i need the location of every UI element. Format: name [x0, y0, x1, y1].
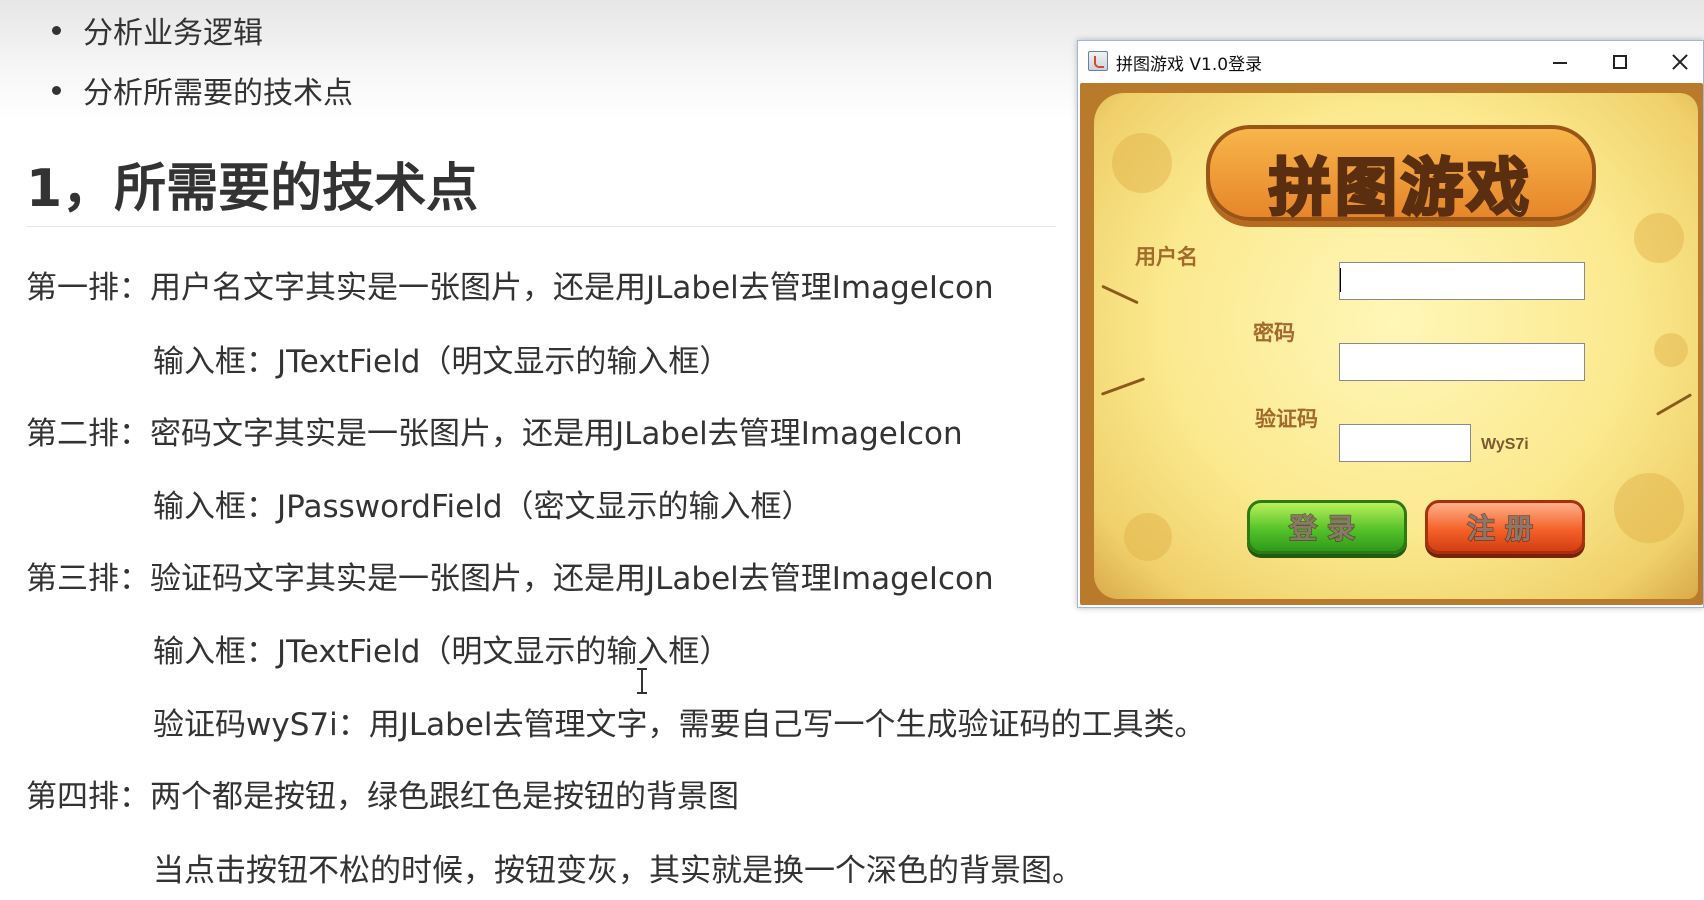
bullet-text: 分析业务逻辑 — [83, 16, 263, 51]
heading-divider — [26, 226, 1056, 227]
doc-line: 验证码wyS7i：用JLabel去管理文字，需要自己写一个生成验证码的工具类。 — [153, 707, 1206, 743]
doc-line: 第二排：密码文字其实是一张图片，还是用JLabel去管理ImageIcon — [26, 416, 963, 452]
doc-line: 输入框：JTextField（明文显示的输入框） — [153, 344, 731, 380]
maximize-button[interactable] — [1595, 47, 1645, 77]
bullet-dot-icon — [52, 25, 61, 35]
register-button[interactable]: 注册 — [1425, 500, 1585, 554]
login-window: 拼图游戏 V1.0登录 拼图游戏 用户名 密码 验证码 WyS7i 登录 注册 — [1077, 40, 1704, 608]
doc-line: 第三排：验证码文字其实是一张图片，还是用JLabel去管理ImageIcon — [26, 561, 994, 597]
username-input[interactable] — [1339, 262, 1585, 300]
background-spot — [1112, 133, 1172, 193]
bullet-dot-icon — [52, 85, 61, 95]
bullet-item: 分析所需要的技术点 — [52, 68, 353, 112]
captcha-code[interactable]: WyS7i — [1481, 436, 1529, 454]
minimize-button[interactable] — [1535, 47, 1585, 77]
doc-line: 第一排：用户名文字其实是一张图片，还是用JLabel去管理ImageIcon — [26, 270, 994, 306]
text-cursor-icon — [636, 668, 648, 694]
login-button[interactable]: 登录 — [1247, 500, 1407, 554]
doc-line: 输入框：JPasswordField（密文显示的输入框） — [153, 489, 813, 525]
text-caret — [1340, 268, 1341, 292]
java-app-icon — [1088, 51, 1108, 71]
background-crack — [1655, 393, 1693, 416]
doc-line: 当点击按钮不松的时候，按钮变灰，其实就是换一个深色的背景图。 — [153, 853, 1083, 889]
doc-line: 输入框：JTextField（明文显示的输入框） — [153, 634, 731, 670]
password-label: 密码 — [1253, 321, 1295, 345]
bullet-text: 分析所需要的技术点 — [83, 76, 353, 111]
window-titlebar[interactable]: 拼图游戏 V1.0登录 — [1078, 41, 1703, 83]
background-crack — [1101, 284, 1139, 305]
maximize-icon — [1613, 55, 1627, 69]
background-spot — [1654, 333, 1688, 367]
captcha-label: 验证码 — [1255, 407, 1318, 431]
close-button[interactable] — [1655, 47, 1704, 77]
game-logo: 拼图游戏 — [1206, 125, 1596, 226]
bullet-item: 分析业务逻辑 — [52, 8, 263, 52]
section-heading: 1，所需要的技术点 — [26, 159, 479, 219]
password-input[interactable] — [1339, 343, 1585, 381]
window-title: 拼图游戏 V1.0登录 — [1116, 55, 1263, 75]
background-spot — [1614, 473, 1684, 543]
minimize-icon — [1553, 62, 1567, 64]
game-logo-text: 拼图游戏 — [1267, 150, 1533, 226]
background-spot — [1634, 213, 1684, 263]
username-label: 用户名 — [1135, 245, 1198, 269]
close-icon — [1672, 54, 1688, 70]
doc-line: 第四排：两个都是按钮，绿色跟红色是按钮的背景图 — [26, 779, 739, 815]
background-crack — [1100, 377, 1146, 396]
captcha-input[interactable] — [1339, 424, 1471, 462]
background-spot — [1124, 513, 1172, 561]
